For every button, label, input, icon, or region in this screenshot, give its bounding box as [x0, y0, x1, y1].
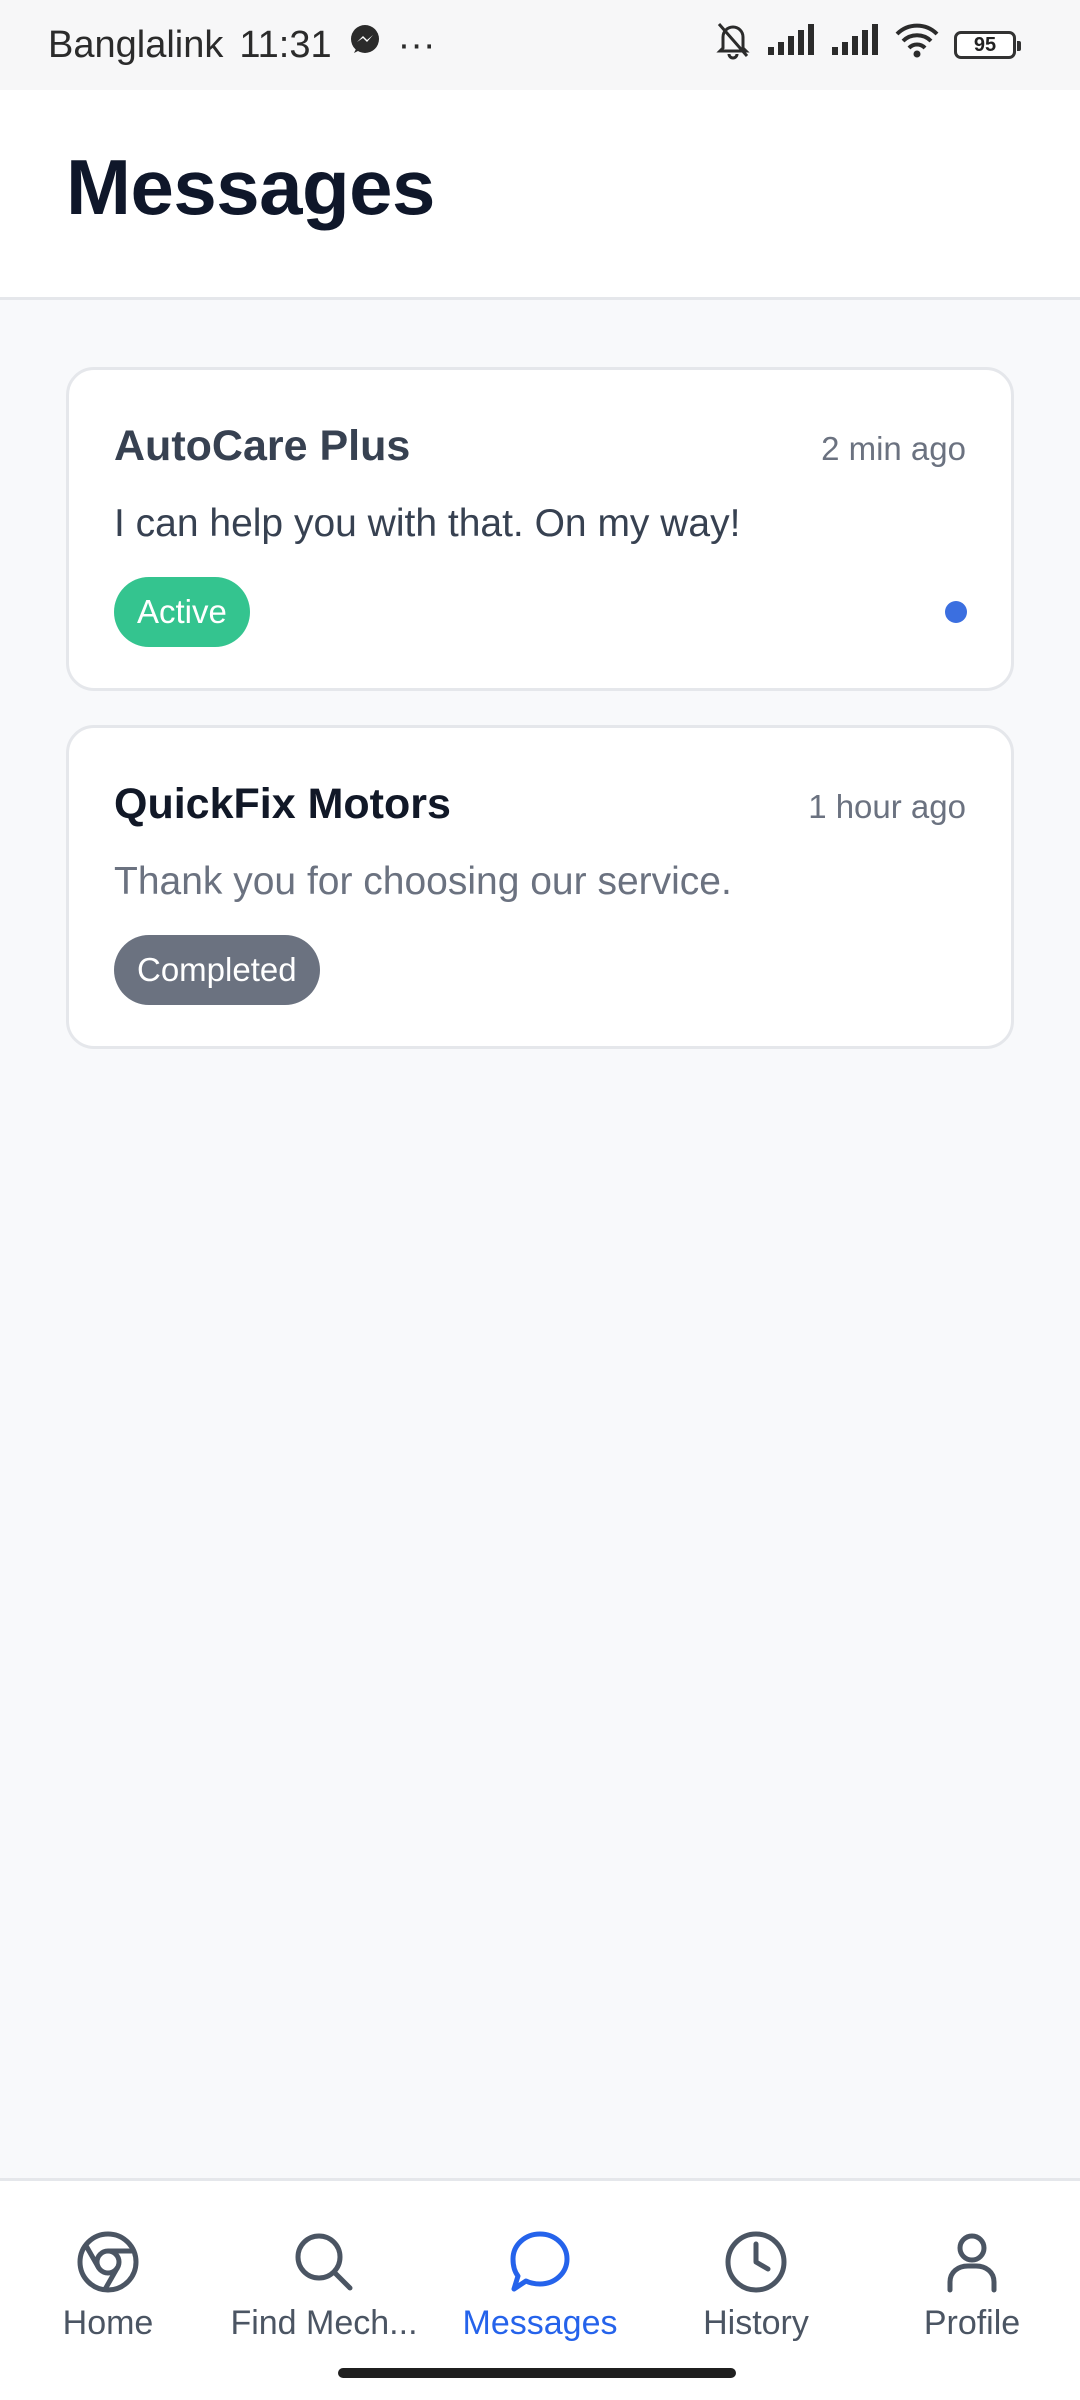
status-badge: Active — [114, 577, 250, 647]
clock-icon — [725, 2231, 787, 2293]
conversation-list: AutoCare Plus 2 min ago I can help you w… — [66, 367, 1014, 1083]
page-header: Messages — [0, 90, 1080, 300]
nav-label: Find Mech... — [230, 2304, 418, 2342]
nav-item-find-mechanic[interactable]: Find Mech... — [216, 2181, 432, 2371]
conversation-time: 2 min ago — [821, 430, 966, 467]
messenger-icon — [348, 23, 382, 67]
chrome-icon — [77, 2231, 139, 2293]
nav-item-history[interactable]: History — [648, 2181, 864, 2371]
chat-bubble-icon — [510, 2231, 570, 2292]
conversation-preview: Thank you for choosing our service. — [114, 860, 732, 903]
nav-label: Messages — [462, 2304, 618, 2342]
carrier-name: Banglalink — [48, 23, 224, 66]
wifi-icon — [894, 22, 940, 68]
more-notifications-icon: ··· — [397, 23, 436, 66]
nav-item-profile[interactable]: Profile — [864, 2181, 1080, 2371]
nav-label: Home — [62, 2304, 154, 2342]
bell-muted-icon — [714, 20, 752, 70]
nav-label: Profile — [923, 2304, 1021, 2342]
unread-indicator — [945, 601, 967, 623]
conversation-card[interactable]: AutoCare Plus 2 min ago I can help you w… — [66, 367, 1014, 691]
status-bar: Banglalink 11:31 ··· 95 — [0, 0, 1080, 90]
conversation-name: AutoCare Plus — [114, 422, 411, 470]
status-badge: Completed — [114, 935, 320, 1005]
signal-icon — [830, 23, 880, 67]
home-indicator[interactable] — [338, 2368, 736, 2378]
nav-item-messages[interactable]: Messages — [432, 2181, 648, 2371]
conversation-name: QuickFix Motors — [114, 780, 451, 828]
conversation-card[interactable]: QuickFix Motors 1 hour ago Thank you for… — [66, 725, 1014, 1049]
status-time: 11:31 — [239, 23, 332, 66]
conversation-preview: I can help you with that. On my way! — [114, 502, 741, 545]
page-title: Messages — [66, 143, 435, 231]
bottom-nav: Home Find Mech... Messages History Profi… — [0, 2178, 1080, 2400]
battery-icon: 95 — [954, 31, 1021, 59]
user-icon — [947, 2233, 997, 2293]
nav-label: History — [703, 2304, 809, 2342]
conversation-time: 1 hour ago — [808, 788, 966, 825]
signal-icon — [766, 23, 816, 67]
nav-item-home[interactable]: Home — [0, 2181, 216, 2371]
search-icon — [295, 2233, 353, 2291]
